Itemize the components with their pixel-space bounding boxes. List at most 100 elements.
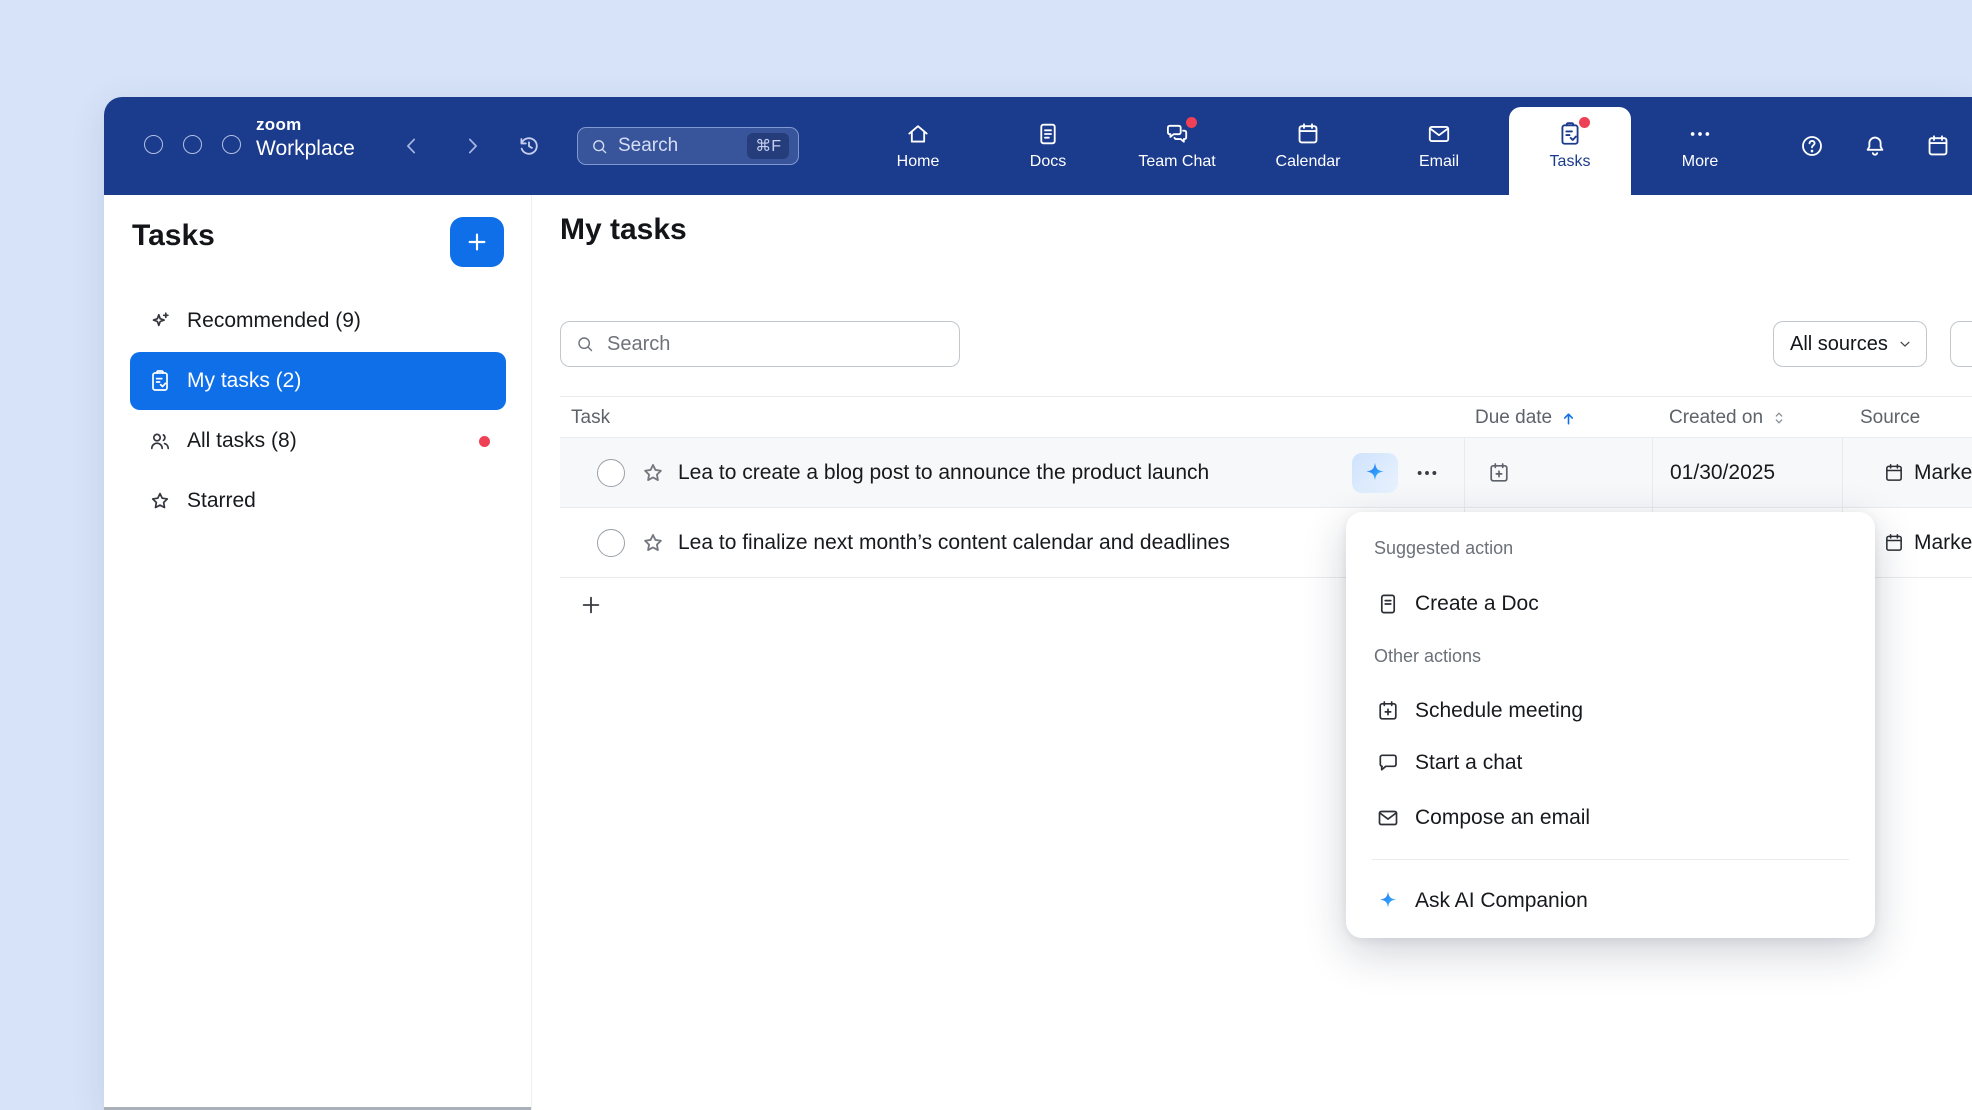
sort-ascending-icon[interactable] [1559, 409, 1578, 428]
sidebar-item-label: Starred [187, 489, 256, 513]
ellipsis-icon [1414, 460, 1440, 486]
sidebar: Tasks Recommended (9) [104, 195, 532, 1110]
plus-icon [578, 592, 604, 618]
window-control-minimize[interactable] [183, 135, 202, 154]
sidebar-item-starred[interactable]: Starred [130, 472, 506, 530]
search-icon [575, 334, 595, 354]
task-list-icon [148, 369, 172, 393]
help-icon [1799, 133, 1825, 159]
global-search[interactable]: Search ⌘F [577, 127, 799, 165]
zoom-workplace-logo: zoom Workplace [256, 116, 355, 159]
menu-item-start-chat[interactable]: Start a chat [1372, 737, 1849, 789]
page-title: My tasks [560, 213, 687, 247]
suggested-action-label: Suggested action [1374, 538, 1513, 559]
nav-team-chat[interactable]: Team Chat [1116, 97, 1238, 195]
chat-icon [1376, 751, 1400, 775]
sidebar-item-label: All tasks (8) [187, 429, 297, 453]
sidebar-item-recommended[interactable]: Recommended (9) [130, 292, 506, 350]
calendar-plus-icon [1487, 461, 1511, 485]
sources-filter-dropdown[interactable]: All sources [1773, 321, 1927, 367]
task-complete-checkbox[interactable] [597, 529, 625, 557]
more-icon [1687, 121, 1713, 147]
star-icon [640, 530, 666, 556]
nav-docs[interactable]: Docs [987, 97, 1109, 195]
menu-item-ask-ai-companion[interactable]: Ask AI Companion [1372, 875, 1849, 927]
nav-home-label: Home [897, 153, 940, 171]
window-control-close[interactable] [144, 135, 163, 154]
nav-more[interactable]: More [1639, 97, 1761, 195]
nav-home[interactable]: Home [857, 97, 979, 195]
help-button[interactable] [1799, 133, 1825, 162]
notifications-button[interactable] [1862, 133, 1888, 162]
new-task-button[interactable] [450, 217, 504, 267]
due-date-cell[interactable] [1464, 438, 1652, 508]
chevron-down-icon [1896, 335, 1914, 353]
screen: zoom Workplace Search ⌘F [0, 0, 1972, 1110]
column-header-due-date[interactable]: Due date [1475, 397, 1578, 439]
star-icon [148, 489, 172, 513]
schedule-button[interactable] [1925, 133, 1951, 162]
nav-tasks-label: Tasks [1550, 153, 1591, 171]
nav-email-label: Email [1419, 153, 1459, 171]
ai-companion-action-button[interactable] [1352, 453, 1398, 493]
menu-item-compose-email[interactable]: Compose an email [1372, 792, 1849, 844]
forward-button[interactable] [460, 134, 484, 161]
sidebar-item-label: My tasks (2) [187, 369, 301, 393]
sidebar-item-my-tasks[interactable]: My tasks (2) [130, 352, 506, 410]
task-search-input[interactable] [605, 332, 945, 357]
task-title: Lea to create a blog post to announce th… [678, 438, 1209, 508]
tasks-icon [1557, 121, 1583, 147]
table-header: Task Due date Created on Source [560, 396, 1972, 438]
column-header-created-on[interactable]: Created on [1669, 397, 1788, 439]
nav-calendar[interactable]: Calendar [1247, 97, 1369, 195]
task-search [560, 321, 960, 367]
menu-divider [1372, 859, 1849, 860]
star-task-button[interactable] [640, 460, 666, 489]
row-more-actions-button[interactable] [1408, 460, 1446, 486]
star-icon [640, 460, 666, 486]
chevron-right-icon [460, 134, 484, 158]
filter-button-partial[interactable] [1950, 321, 1972, 367]
column-header-source[interactable]: Source [1860, 397, 1920, 439]
sort-toggle-icon[interactable] [1770, 409, 1788, 427]
table-row[interactable]: Lea to create a blog post to announce th… [560, 438, 1972, 508]
global-search-placeholder: Search [618, 135, 747, 157]
nav-calendar-label: Calendar [1276, 153, 1341, 171]
sidebar-title: Tasks [132, 219, 215, 253]
plus-icon [464, 229, 490, 255]
nav-email[interactable]: Email [1378, 97, 1500, 195]
source-cell: Market [1842, 438, 1972, 508]
task-complete-checkbox[interactable] [597, 459, 625, 487]
topbar: zoom Workplace Search ⌘F [104, 97, 1972, 195]
add-task-inline-button[interactable] [578, 592, 604, 621]
window-control-maximize[interactable] [222, 135, 241, 154]
search-shortcut-badge: ⌘F [747, 133, 789, 159]
nav-tasks[interactable]: Tasks [1509, 107, 1631, 195]
logo-zoom-text: zoom [256, 116, 355, 133]
task-action-menu: Suggested action Create a Doc Other acti… [1346, 512, 1875, 938]
star-task-button[interactable] [640, 530, 666, 559]
calendar-icon [1883, 462, 1905, 484]
menu-item-schedule-meeting[interactable]: Schedule meeting [1372, 685, 1849, 737]
other-actions-label: Other actions [1374, 646, 1481, 667]
bell-icon [1862, 133, 1888, 159]
doc-icon [1376, 592, 1400, 616]
calendar-icon [1883, 532, 1905, 554]
sidebar-menu: Recommended (9) My tasks (2) [130, 292, 506, 532]
search-icon [590, 137, 609, 156]
email-icon [1426, 121, 1452, 147]
calendar-plus-icon [1376, 699, 1400, 723]
menu-item-create-doc[interactable]: Create a Doc [1372, 578, 1849, 630]
all-tasks-notification-dot [479, 436, 490, 447]
back-button[interactable] [400, 134, 424, 161]
users-icon [148, 429, 172, 453]
home-icon [905, 121, 931, 147]
calendar-icon [1295, 121, 1321, 147]
nav-more-label: More [1682, 153, 1718, 171]
created-on-cell: 01/30/2025 [1652, 438, 1842, 508]
sidebar-item-all-tasks[interactable]: All tasks (8) [130, 412, 506, 470]
team-chat-icon [1164, 121, 1190, 147]
docs-icon [1035, 121, 1061, 147]
column-header-task[interactable]: Task [571, 397, 610, 439]
history-button[interactable] [516, 133, 542, 162]
